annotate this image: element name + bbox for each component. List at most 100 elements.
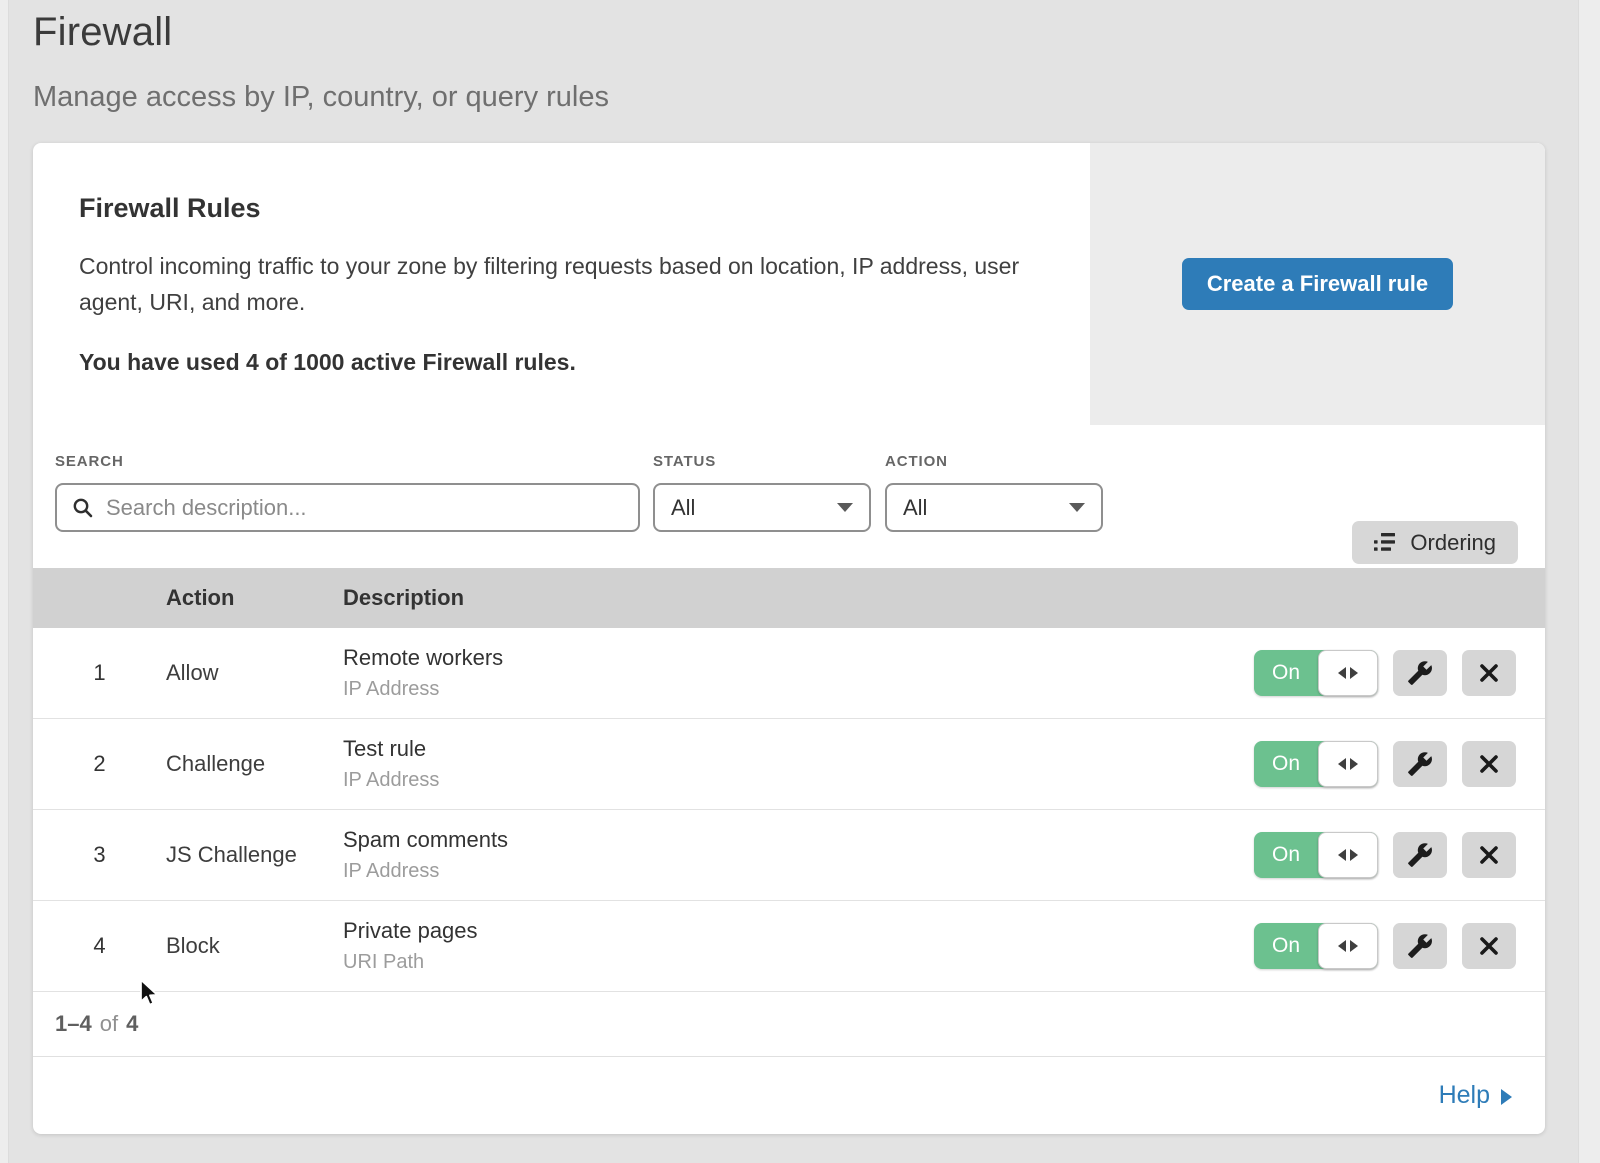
status-label: STATUS [653,453,871,470]
rule-match-type: URI Path [343,951,1254,974]
rule-description-title: Test rule [343,736,1254,762]
close-icon [1477,843,1501,867]
close-icon [1477,934,1501,958]
help-link[interactable]: Help [1439,1081,1512,1110]
rule-controls: On [1254,741,1545,787]
rule-action: JS Challenge [166,842,343,868]
ordering-button[interactable]: Ordering [1352,521,1518,564]
action-select-value: All [903,495,927,521]
usage-note: You have used 4 of 1000 active Firewall … [79,349,1050,376]
rule-priority: 2 [33,751,166,777]
rule-description: Private pages URI Path [343,918,1254,974]
wrench-icon [1407,660,1433,686]
arrow-left-icon [1338,667,1346,679]
window-edge-right [1578,0,1600,1163]
create-firewall-rule-button[interactable]: Create a Firewall rule [1182,258,1453,310]
toggle-state-label: On [1254,650,1318,696]
arrow-left-icon [1338,940,1346,952]
hero-title: Firewall Rules [79,193,1050,224]
hero-text-block: Firewall Rules Control incoming traffic … [33,143,1090,425]
rule-description: Test rule IP Address [343,736,1254,792]
status-filter-group: STATUS All [653,453,871,532]
pagination-of-label: of [100,1011,118,1037]
card-footer: Help [33,1056,1545,1134]
rule-match-type: IP Address [343,769,1254,792]
window-edge-left [0,0,9,1163]
action-label: ACTION [885,453,1103,470]
table-row: 2 Challenge Test rule IP Address On [33,719,1545,810]
rule-priority: 1 [33,660,166,686]
rule-action: Allow [166,660,343,686]
rule-description: Remote workers IP Address [343,645,1254,701]
pagination: 1–4 of 4 [33,992,1545,1056]
toggle-state-label: On [1254,741,1318,787]
toggle-knob[interactable] [1318,923,1378,969]
action-filter-group: ACTION All [885,453,1103,532]
hero-section: Firewall Rules Control incoming traffic … [33,143,1545,425]
delete-rule-button[interactable] [1462,650,1516,696]
rule-description-title: Private pages [343,918,1254,944]
search-input[interactable] [106,495,624,521]
pagination-total: 4 [126,1011,138,1037]
arrow-right-icon [1350,849,1358,861]
search-label: SEARCH [55,453,640,470]
hero-action-panel: Create a Firewall rule [1090,143,1545,425]
rule-action: Challenge [166,751,343,777]
rule-description-title: Spam comments [343,827,1254,853]
page-title: Firewall [33,10,1600,55]
rule-match-type: IP Address [343,860,1254,883]
toggle-knob[interactable] [1318,650,1378,696]
wrench-icon [1407,933,1433,959]
action-select[interactable]: All [885,483,1103,532]
table-row: 3 JS Challenge Spam comments IP Address … [33,810,1545,901]
rules-table-body: 1 Allow Remote workers IP Address On [33,628,1545,992]
rule-match-type: IP Address [343,678,1254,701]
arrow-right-icon [1350,758,1358,770]
toggle-state-label: On [1254,832,1318,878]
status-select[interactable]: All [653,483,871,532]
arrow-left-icon [1338,849,1346,861]
rule-enabled-toggle[interactable]: On [1254,741,1378,787]
action-column-header: Action [166,585,343,611]
chevron-down-icon [1069,503,1085,512]
ordered-list-icon [1374,532,1398,553]
toggle-knob[interactable] [1318,832,1378,878]
arrow-right-icon [1350,667,1358,679]
table-row: 4 Block Private pages URI Path On [33,901,1545,992]
rule-description-title: Remote workers [343,645,1254,671]
rules-table-header: Action Description [33,568,1545,628]
edit-rule-button[interactable] [1393,650,1447,696]
filters-bar: SEARCH STATUS All ACTION All [33,425,1545,568]
description-column-header: Description [343,585,1545,611]
rule-priority: 4 [33,933,166,959]
toggle-state-label: On [1254,923,1318,969]
search-icon [71,496,95,520]
rule-enabled-toggle[interactable]: On [1254,923,1378,969]
delete-rule-button[interactable] [1462,923,1516,969]
rule-description: Spam comments IP Address [343,827,1254,883]
chevron-down-icon [837,503,853,512]
rule-controls: On [1254,923,1545,969]
delete-rule-button[interactable] [1462,741,1516,787]
arrow-right-icon [1350,940,1358,952]
arrow-right-icon [1501,1089,1512,1105]
table-row: 1 Allow Remote workers IP Address On [33,628,1545,719]
edit-rule-button[interactable] [1393,832,1447,878]
edit-rule-button[interactable] [1393,741,1447,787]
page-subtitle: Manage access by IP, country, or query r… [33,81,1600,114]
arrow-left-icon [1338,758,1346,770]
page-header: Firewall Manage access by IP, country, o… [0,0,1600,114]
toggle-knob[interactable] [1318,741,1378,787]
rule-controls: On [1254,650,1545,696]
search-box[interactable] [55,483,640,532]
hero-description: Control incoming traffic to your zone by… [79,248,1024,321]
pagination-range: 1–4 [55,1011,92,1037]
edit-rule-button[interactable] [1393,923,1447,969]
rule-enabled-toggle[interactable]: On [1254,650,1378,696]
close-icon [1477,752,1501,776]
delete-rule-button[interactable] [1462,832,1516,878]
rule-enabled-toggle[interactable]: On [1254,832,1378,878]
wrench-icon [1407,751,1433,777]
ordering-button-label: Ordering [1410,530,1496,556]
firewall-rules-card: Firewall Rules Control incoming traffic … [33,143,1545,1134]
